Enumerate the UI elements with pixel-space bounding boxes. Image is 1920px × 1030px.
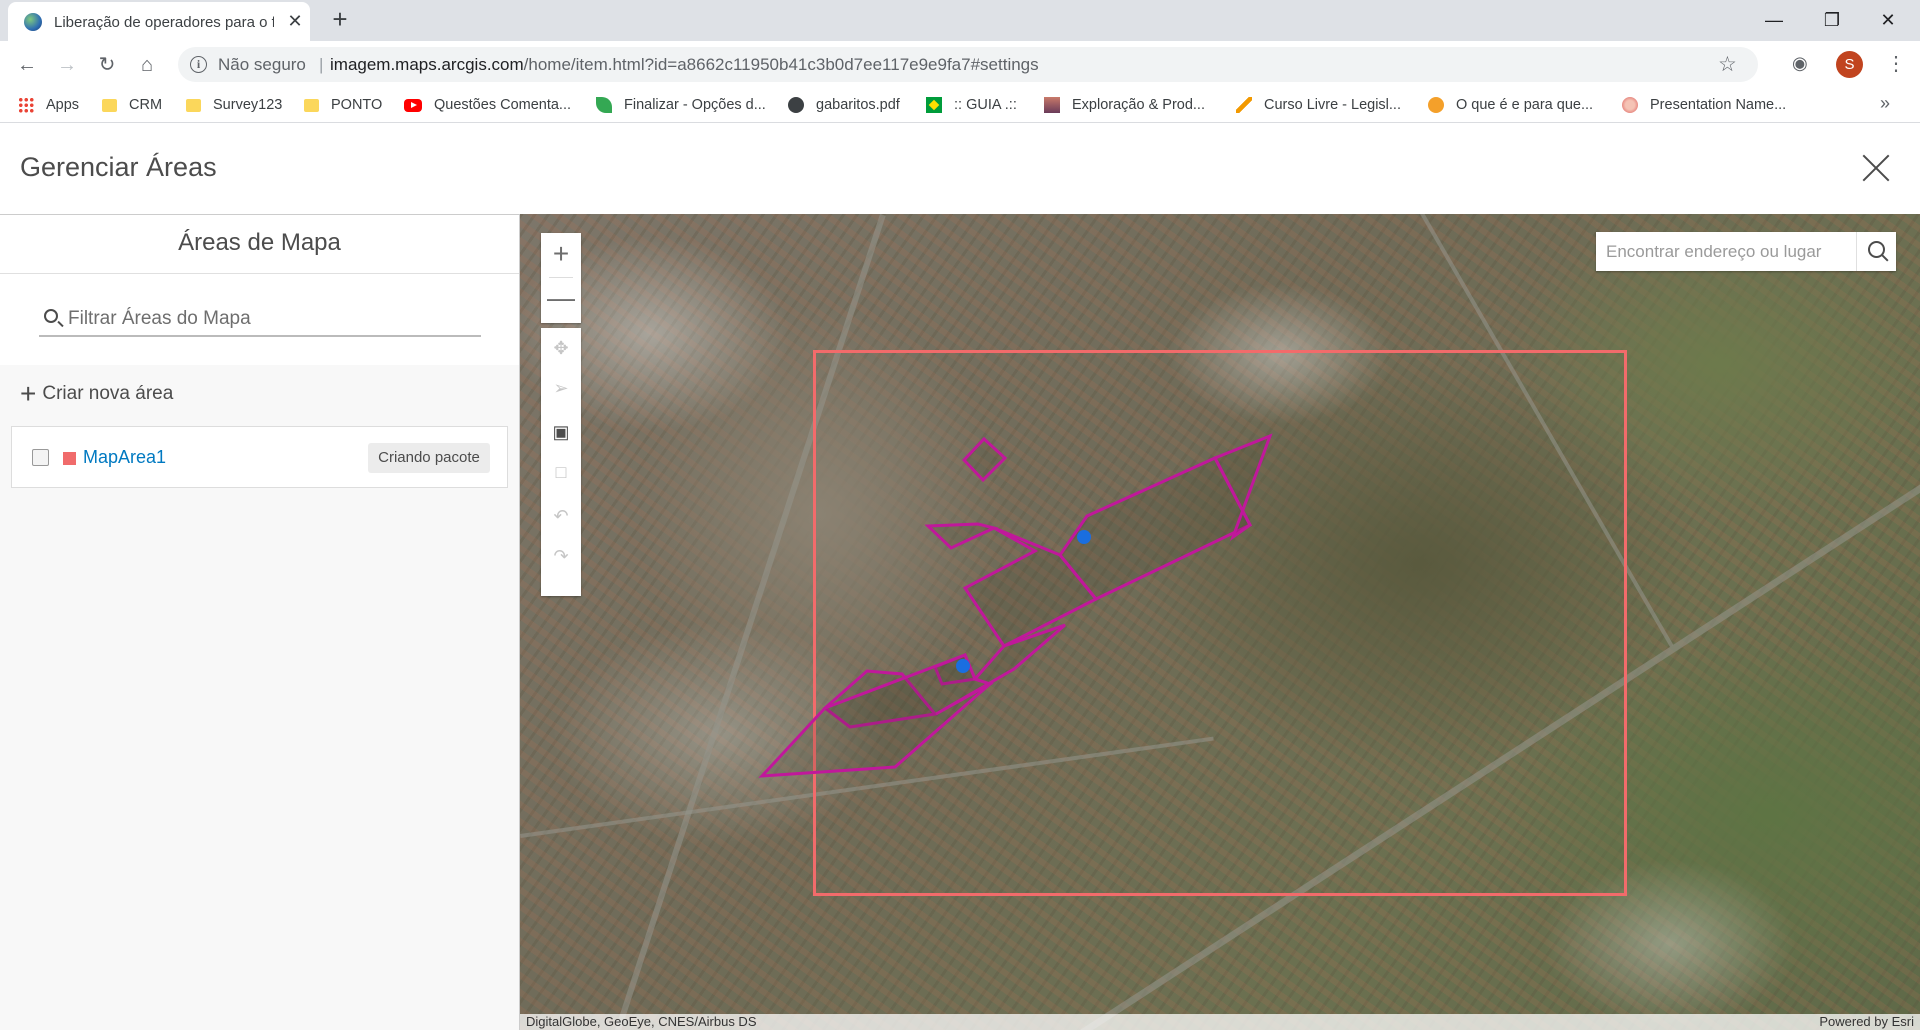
map-view[interactable]: + — ✥ ➢ ▣ □ ↶ ↷ Encontrar endereço ou lu… (520, 214, 1920, 1030)
divider (0, 273, 519, 274)
create-area-button[interactable]: + Criar nova área (20, 378, 174, 409)
address-separator: | (319, 55, 324, 74)
folder-icon (186, 98, 201, 112)
attribution-sources: DigitalGlobe, GeoEye, CNES/Airbus DS (526, 1014, 757, 1029)
polygon-overlay[interactable] (520, 214, 1920, 1030)
draw-rectangle-icon[interactable]: ▣ (541, 412, 581, 452)
tab-title: Liberação de operadores para o f (54, 14, 274, 31)
undo-icon[interactable]: ↶ (541, 496, 581, 536)
polygon-shape (924, 522, 999, 550)
brazil-flag-icon (926, 97, 942, 113)
bookmark-gabaritos[interactable]: gabaritos.pdf (788, 94, 900, 116)
sidebar-header: Áreas de Mapa Filtrar Áreas do Mapa (0, 215, 519, 365)
redo-icon[interactable]: ↷ (541, 536, 581, 576)
bookmark-star-icon[interactable]: ☆ (1718, 52, 1737, 77)
app-header: Gerenciar Áreas (0, 124, 1920, 214)
plus-icon: + (20, 378, 37, 409)
map-areas-sidebar: Áreas de Mapa Filtrar Áreas do Mapa + Cr… (0, 214, 520, 1030)
search-icon (44, 309, 58, 323)
search-input[interactable]: Encontrar endereço ou lugar (1606, 242, 1821, 262)
bookmark-finalizar[interactable]: Finalizar - Opções d... (596, 94, 766, 116)
browser-tab[interactable]: Liberação de operadores para o f ✕ (8, 2, 310, 41)
browser-tab-strip: Liberação de operadores para o f ✕ + — ❐… (0, 0, 1920, 41)
zoom-control: + — (541, 233, 581, 323)
create-area-label: Criar nova área (42, 383, 174, 404)
bookmark-curso-livre[interactable]: Curso Livre - Legisl... (1236, 94, 1401, 116)
pan-icon[interactable]: ✥ (541, 328, 581, 368)
orange-icon (1428, 97, 1444, 113)
security-status: Não seguro (218, 55, 306, 74)
bookmark-crm[interactable]: CRM (102, 94, 162, 116)
area-color-swatch (63, 452, 76, 465)
edit-polygon-icon[interactable]: □ (541, 452, 581, 492)
bookmark-exploracao[interactable]: Exploração & Prod... (1044, 94, 1205, 116)
bookmark-ponto[interactable]: PONTO (304, 94, 382, 116)
pen-icon (1236, 97, 1252, 113)
close-icon[interactable] (1856, 148, 1896, 188)
filter-placeholder: Filtrar Áreas do Mapa (68, 308, 251, 329)
polygon-shape (1058, 456, 1253, 601)
bookmarks-overflow-icon[interactable]: » (1880, 93, 1890, 114)
bookmark-o-que-e[interactable]: O que é e para que... (1428, 94, 1593, 116)
forward-arrow-icon[interactable]: → (52, 50, 82, 80)
youtube-icon (404, 98, 422, 112)
bookmark-guia[interactable]: :: GUIA .:: (926, 94, 1017, 116)
eye-slash-icon[interactable]: ◉ (1792, 53, 1808, 74)
powered-by-esri[interactable]: Powered by Esri (1819, 1014, 1914, 1030)
home-icon[interactable]: ⌂ (132, 50, 162, 80)
tab-close-icon[interactable]: ✕ (284, 10, 306, 32)
address-bar[interactable]: i Não seguro | imagem.maps.arcgis.com/ho… (178, 47, 1758, 82)
back-arrow-icon[interactable]: ← (12, 50, 42, 80)
map-attribution: DigitalGlobe, GeoEye, CNES/Airbus DS Pow… (520, 1014, 1920, 1030)
apps-grid-icon (18, 97, 34, 113)
polygon-shape (961, 436, 1008, 483)
bookmark-presentation[interactable]: Presentation Name... (1622, 94, 1786, 116)
flower-icon (1622, 97, 1638, 113)
area-checkbox[interactable] (32, 449, 49, 466)
arcgis-favicon-icon (24, 13, 42, 31)
filter-input[interactable]: Filtrar Áreas do Mapa (39, 299, 481, 337)
folder-icon (102, 98, 117, 112)
page-title: Gerenciar Áreas (20, 152, 217, 182)
bookmark-apps[interactable]: Apps (18, 94, 79, 116)
vertex-point (956, 659, 970, 673)
browser-menu-icon[interactable]: ⋮ (1886, 51, 1906, 76)
profile-avatar[interactable]: S (1836, 51, 1863, 78)
url-text: imagem.maps.arcgis.com/home/item.html?id… (330, 55, 1039, 74)
bookmarks-bar: Apps CRM Survey123 PONTO Questões Coment… (0, 88, 1920, 123)
zoom-out-button[interactable]: — (541, 279, 581, 319)
draw-toolbar: ✥ ➢ ▣ □ ↶ ↷ (541, 328, 581, 596)
minimize-icon[interactable]: — (1752, 6, 1796, 34)
globe-icon (788, 97, 804, 113)
address-search[interactable]: Encontrar endereço ou lugar (1596, 232, 1896, 271)
divider (549, 277, 573, 278)
search-icon[interactable] (1856, 232, 1896, 271)
image-icon (1044, 97, 1060, 113)
reload-icon[interactable]: ↻ (92, 50, 122, 80)
info-icon[interactable]: i (190, 56, 207, 73)
bookmark-survey123[interactable]: Survey123 (186, 94, 282, 116)
vertex-point (1077, 530, 1091, 544)
list-item[interactable]: MapArea1 Criando pacote (11, 426, 508, 488)
folder-icon (304, 98, 319, 112)
sidebar-heading: Áreas de Mapa (178, 229, 341, 256)
zoom-in-button[interactable]: + (541, 235, 581, 275)
restore-icon[interactable]: ❐ (1810, 6, 1854, 34)
window-close-icon[interactable]: ✕ (1866, 6, 1910, 34)
select-icon[interactable]: ➢ (541, 368, 581, 408)
status-badge: Criando pacote (368, 443, 490, 473)
new-tab-button[interactable]: + (326, 6, 354, 34)
bookmark-questoes[interactable]: Questões Comenta... (404, 94, 571, 116)
area-name-link[interactable]: MapArea1 (83, 447, 166, 468)
browser-toolbar: ← → ↻ ⌂ i Não seguro | imagem.maps.arcgi… (0, 41, 1920, 88)
leaf-icon (596, 97, 612, 113)
